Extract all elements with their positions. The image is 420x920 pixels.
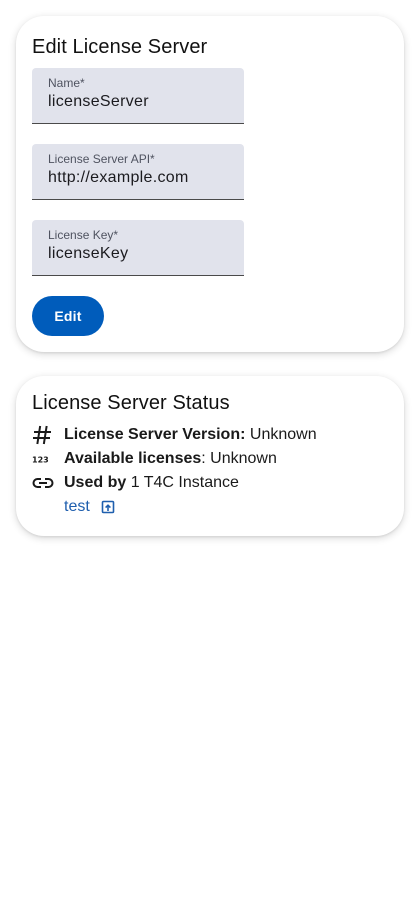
license-key-field-value[interactable]: licenseKey (48, 245, 128, 263)
open-in-new-icon[interactable] (100, 499, 116, 515)
numbers-123-icon: 123 (32, 448, 56, 470)
license-server-api-field-label: License Server API* (48, 152, 155, 166)
used-by-row: Used by 1 T4C Instance (32, 472, 239, 494)
edit-card-title: Edit License Server (32, 36, 208, 58)
hash-icon (32, 424, 56, 446)
license-server-version-label: License Server Version: (64, 426, 246, 443)
instance-link-test[interactable]: test (64, 496, 116, 518)
used-by-label: Used by (64, 474, 127, 491)
license-server-api-field[interactable]: License Server API* http://example.com (32, 144, 244, 200)
available-licenses-label: Available licenses (64, 450, 202, 467)
name-field-value[interactable]: licenseServer (48, 93, 149, 111)
name-field[interactable]: Name* licenseServer (32, 68, 244, 124)
license-key-field[interactable]: License Key* licenseKey (32, 220, 244, 276)
license-server-api-field-value[interactable]: http://example.com (48, 169, 189, 187)
license-server-version-row: License Server Version: Unknown (32, 424, 317, 446)
name-field-label: Name* (48, 76, 85, 90)
link-icon (32, 472, 56, 494)
used-by-value: 1 T4C Instance (130, 474, 239, 491)
license-server-version-value: Unknown (249, 426, 317, 443)
available-licenses-value: Unknown (210, 450, 277, 467)
edit-button[interactable]: Edit (32, 296, 104, 336)
edit-license-server-card: Edit License Server Name* licenseServer … (16, 16, 404, 352)
svg-text:123: 123 (32, 456, 49, 465)
available-licenses-separator: : (201, 450, 206, 467)
license-server-status-card: License Server Status License Server Ver… (16, 376, 404, 536)
status-card-title: License Server Status (32, 392, 230, 414)
license-key-field-label: License Key* (48, 228, 119, 242)
available-licenses-row: 123 Available licenses: Unknown (32, 448, 277, 470)
instance-link-label[interactable]: test (64, 498, 90, 516)
